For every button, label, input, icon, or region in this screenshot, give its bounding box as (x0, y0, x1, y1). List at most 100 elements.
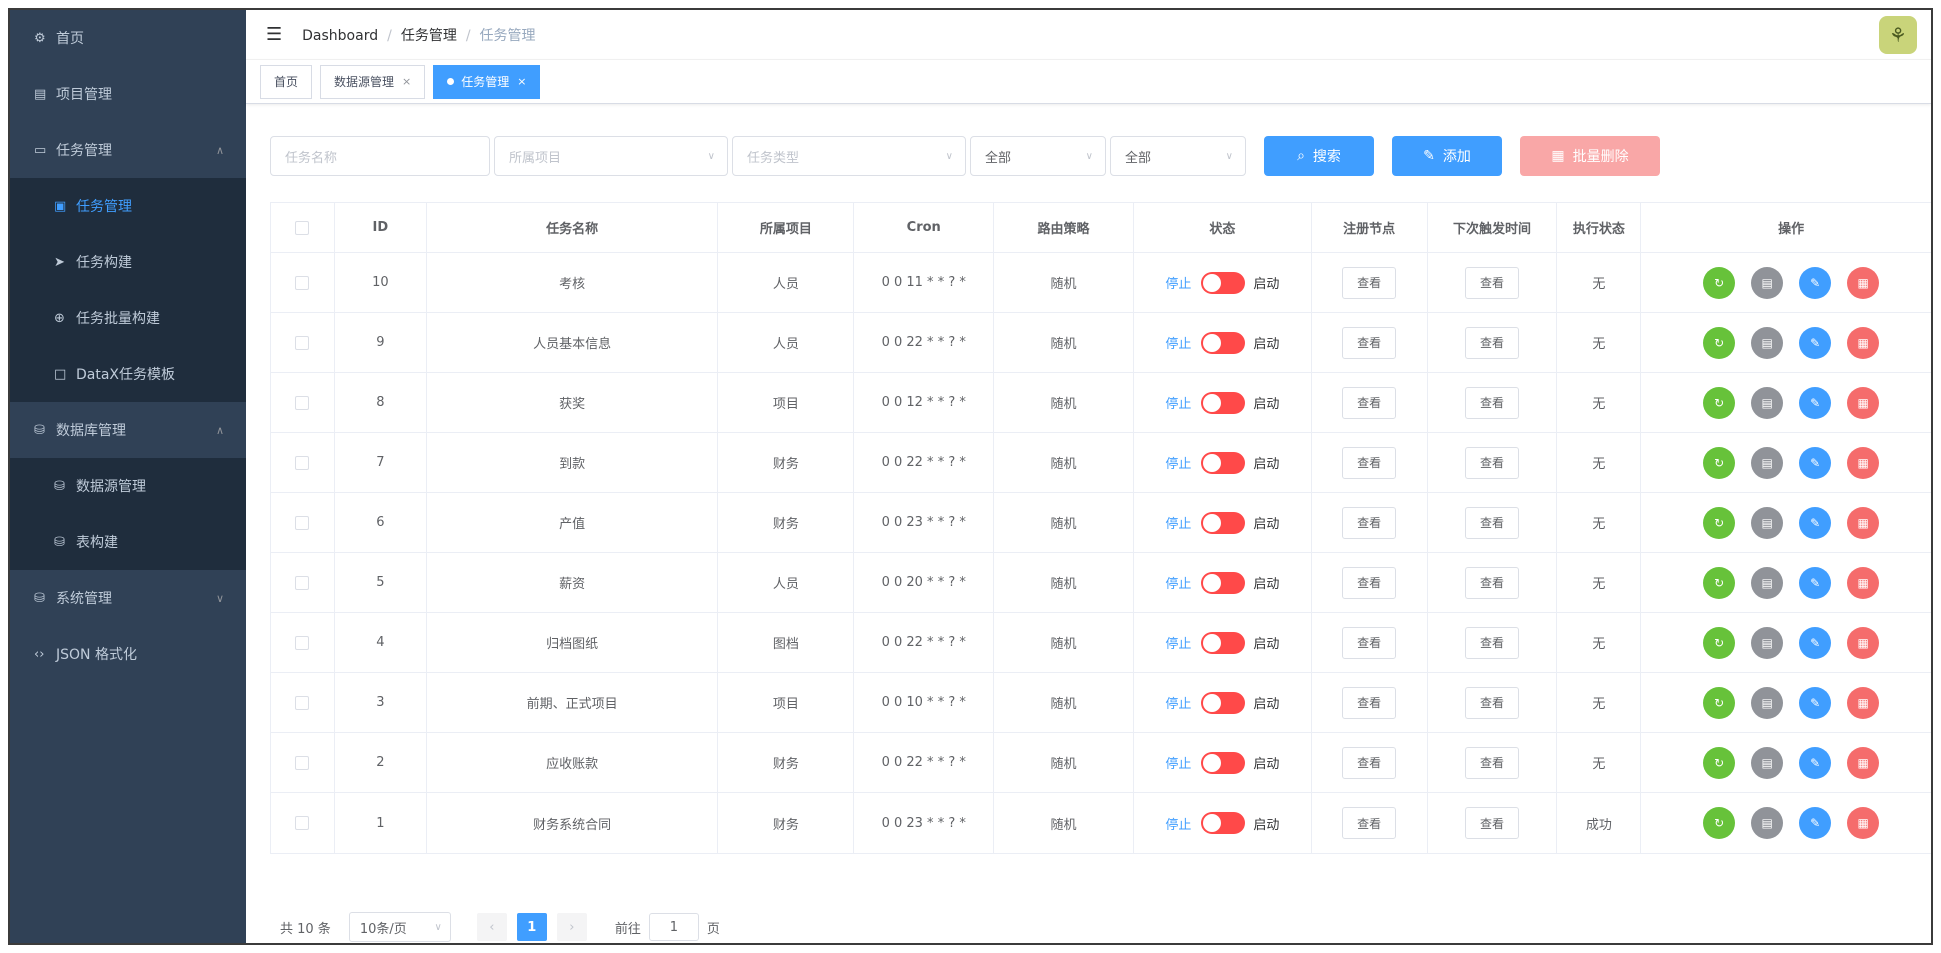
view-registry-button[interactable]: 查看 (1342, 266, 1397, 299)
checkbox[interactable] (295, 275, 310, 290)
task-name-input[interactable]: 任务名称 (270, 136, 490, 176)
avatar[interactable]: ⚘ (1879, 16, 1917, 54)
sidebar-item-database[interactable]: ⛁ 数据库管理 ∧ (10, 402, 246, 458)
status-toggle[interactable] (1201, 271, 1246, 294)
log-button[interactable]: ▤ (1751, 266, 1784, 299)
checkbox[interactable] (295, 455, 310, 470)
sidebar-item-task-management[interactable]: ▭ 任务管理 ∧ (10, 122, 246, 178)
search-button[interactable]: ⌕ 搜索 (1264, 136, 1374, 176)
status-toggle[interactable] (1201, 691, 1246, 714)
add-button[interactable]: ✎ 添加 (1392, 136, 1502, 176)
exec-status-select[interactable]: 全部 ∨ (1110, 136, 1246, 176)
run-button[interactable]: ↻ (1703, 386, 1736, 419)
delete-button[interactable]: ▦ (1847, 386, 1880, 419)
log-button[interactable]: ▤ (1751, 807, 1784, 839)
checkbox[interactable] (295, 515, 310, 530)
run-button[interactable]: ↻ (1703, 746, 1736, 779)
edit-button[interactable]: ✎ (1799, 266, 1832, 299)
log-button[interactable]: ▤ (1751, 566, 1784, 599)
edit-button[interactable]: ✎ (1799, 326, 1832, 359)
status-toggle[interactable] (1201, 511, 1246, 534)
tab-task-management[interactable]: 任务管理 × (433, 64, 541, 99)
breadcrumb-item[interactable]: Dashboard (302, 28, 378, 44)
checkbox[interactable] (295, 335, 310, 350)
delete-button[interactable]: ▦ (1847, 446, 1880, 479)
view-registry-button[interactable]: 查看 (1342, 386, 1397, 419)
status-select[interactable]: 全部 ∨ (970, 136, 1106, 176)
checkbox[interactable] (295, 395, 310, 410)
edit-button[interactable]: ✎ (1799, 566, 1832, 599)
run-button[interactable]: ↻ (1703, 566, 1736, 599)
view-next-trigger-button[interactable]: 查看 (1465, 386, 1520, 419)
row-select[interactable] (271, 433, 335, 492)
sidebar-item-task-build[interactable]: ➤ 任务构建 (10, 234, 246, 290)
status-toggle[interactable] (1201, 812, 1246, 834)
header-select-all[interactable] (271, 203, 335, 252)
row-select[interactable] (271, 733, 335, 792)
close-icon[interactable]: × (517, 75, 526, 88)
sidebar-item-tasks[interactable]: ▣ 任务管理 (10, 178, 246, 234)
view-next-trigger-button[interactable]: 查看 (1465, 746, 1520, 779)
sidebar-item-batch-build[interactable]: ⊕ 任务批量构建 (10, 290, 246, 346)
sidebar-item-json[interactable]: ‹› JSON 格式化 (10, 626, 246, 682)
status-toggle[interactable] (1201, 451, 1246, 474)
row-select[interactable] (271, 493, 335, 552)
view-registry-button[interactable]: 查看 (1342, 686, 1397, 719)
checkbox[interactable] (295, 755, 310, 770)
log-button[interactable]: ▤ (1751, 386, 1784, 419)
close-icon[interactable]: × (402, 75, 411, 88)
row-select[interactable] (271, 673, 335, 732)
view-next-trigger-button[interactable]: 查看 (1465, 326, 1520, 359)
row-select[interactable] (271, 613, 335, 672)
status-toggle[interactable] (1201, 751, 1246, 774)
run-button[interactable]: ↻ (1703, 266, 1736, 299)
edit-button[interactable]: ✎ (1799, 446, 1832, 479)
view-registry-button[interactable]: 查看 (1342, 566, 1397, 599)
row-select[interactable] (271, 553, 335, 612)
view-registry-button[interactable]: 查看 (1342, 446, 1397, 479)
batch-delete-button[interactable]: ▦ 批量删除 (1520, 136, 1660, 176)
edit-button[interactable]: ✎ (1799, 746, 1832, 779)
status-toggle[interactable] (1201, 331, 1246, 354)
goto-input[interactable]: 1 (648, 913, 699, 941)
delete-button[interactable]: ▦ (1847, 746, 1880, 779)
delete-button[interactable]: ▦ (1847, 506, 1880, 539)
delete-button[interactable]: ▦ (1847, 686, 1880, 719)
edit-button[interactable]: ✎ (1799, 626, 1832, 659)
view-next-trigger-button[interactable]: 查看 (1465, 506, 1520, 539)
view-registry-button[interactable]: 查看 (1342, 746, 1397, 779)
view-registry-button[interactable]: 查看 (1342, 807, 1397, 839)
delete-button[interactable]: ▦ (1847, 266, 1880, 299)
sidebar-item-table-build[interactable]: ⛁ 表构建 (10, 514, 246, 570)
run-button[interactable]: ↻ (1703, 626, 1736, 659)
log-button[interactable]: ▤ (1751, 446, 1784, 479)
log-button[interactable]: ▤ (1751, 686, 1784, 719)
view-registry-button[interactable]: 查看 (1342, 626, 1397, 659)
sidebar-item-datax-template[interactable]: □ DataX任务模板 (10, 346, 246, 402)
edit-button[interactable]: ✎ (1799, 807, 1832, 839)
prev-page-button[interactable]: ‹ (476, 913, 507, 941)
row-select[interactable] (271, 313, 335, 372)
log-button[interactable]: ▤ (1751, 626, 1784, 659)
view-registry-button[interactable]: 查看 (1342, 506, 1397, 539)
row-select[interactable] (271, 253, 335, 312)
status-toggle[interactable] (1201, 391, 1246, 414)
run-button[interactable]: ↻ (1703, 807, 1736, 839)
checkbox[interactable] (295, 816, 310, 830)
view-next-trigger-button[interactable]: 查看 (1465, 626, 1520, 659)
tab-home[interactable]: 首页 (260, 64, 313, 99)
sidebar-item-datasource[interactable]: ⛁ 数据源管理 (10, 458, 246, 514)
project-select[interactable]: 所属项目 ∨ (494, 136, 728, 176)
log-button[interactable]: ▤ (1751, 326, 1784, 359)
tab-datasource[interactable]: 数据源管理 × (320, 64, 426, 99)
view-next-trigger-button[interactable]: 查看 (1465, 446, 1520, 479)
delete-button[interactable]: ▦ (1847, 326, 1880, 359)
delete-button[interactable]: ▦ (1847, 626, 1880, 659)
run-button[interactable]: ↻ (1703, 326, 1736, 359)
view-registry-button[interactable]: 查看 (1342, 326, 1397, 359)
task-type-select[interactable]: 任务类型 ∨ (732, 136, 966, 176)
view-next-trigger-button[interactable]: 查看 (1465, 566, 1520, 599)
run-button[interactable]: ↻ (1703, 506, 1736, 539)
view-next-trigger-button[interactable]: 查看 (1465, 266, 1520, 299)
checkbox[interactable] (295, 695, 310, 710)
